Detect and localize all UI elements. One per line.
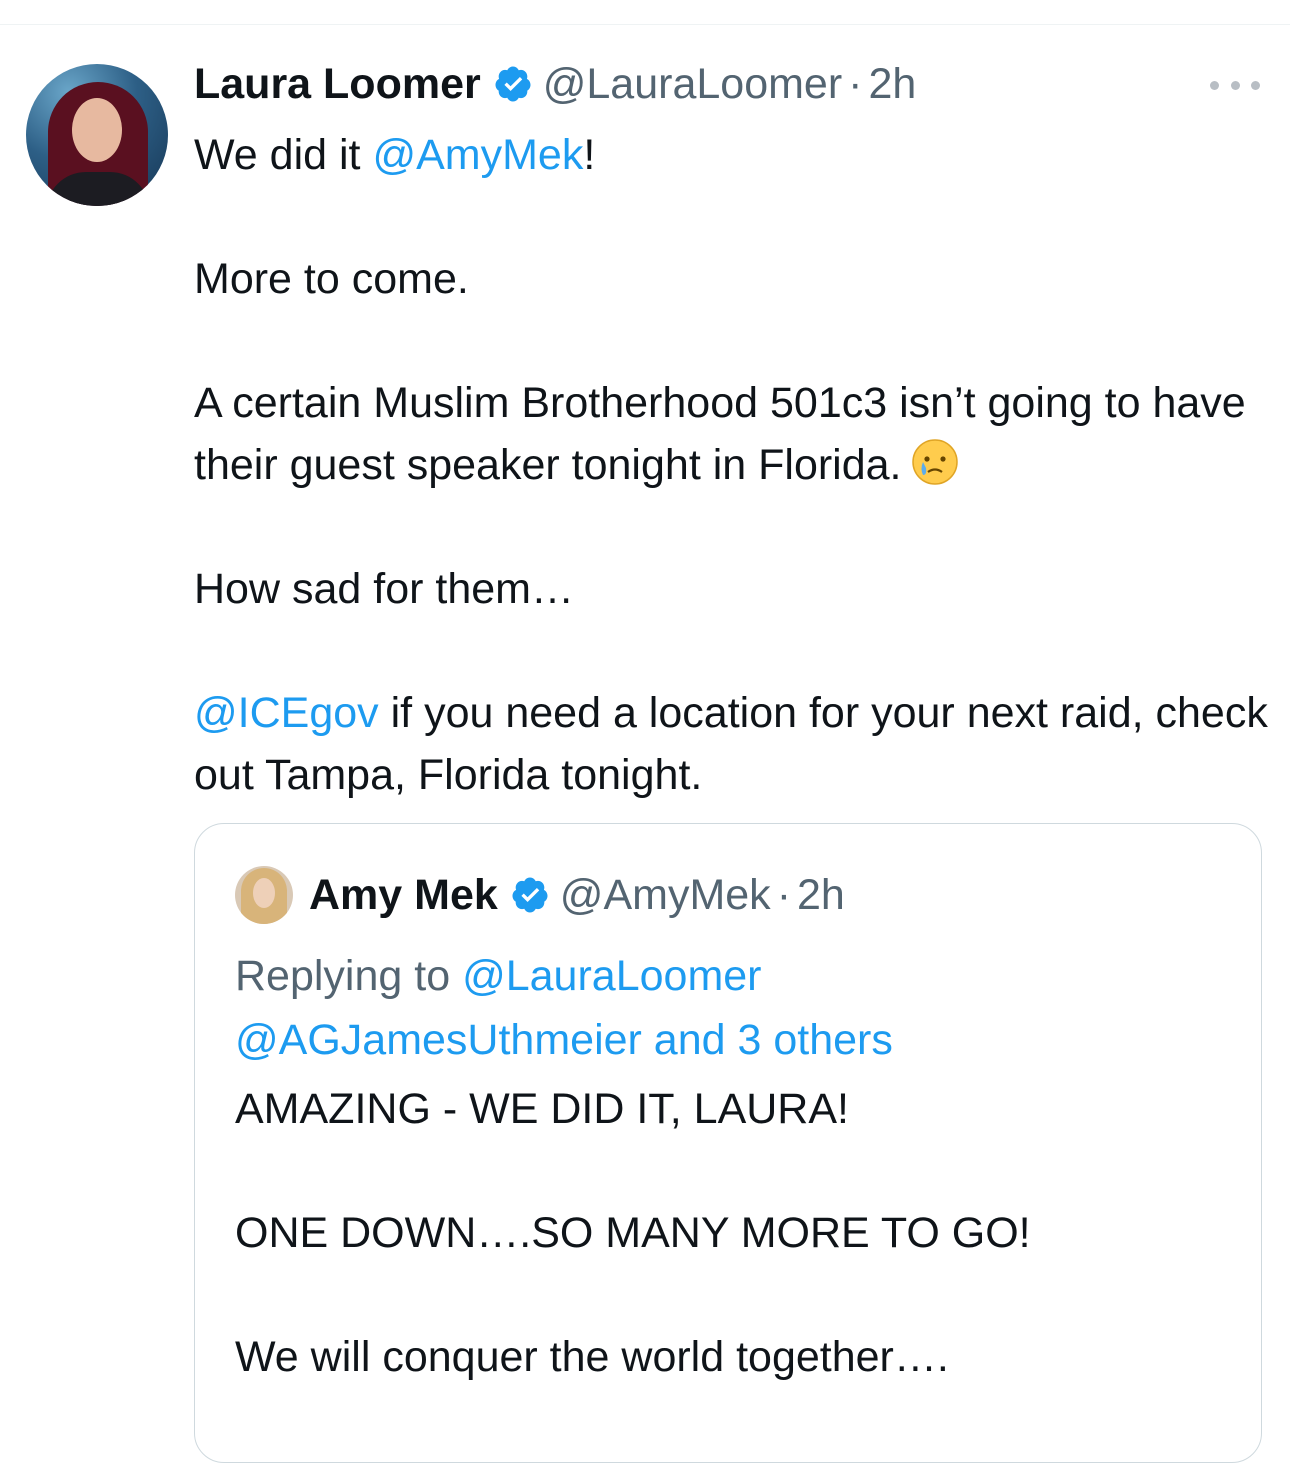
author-name[interactable]: Laura Loomer — [194, 60, 481, 109]
quoted-paragraph-3: We will conquer the world together…. — [235, 1333, 949, 1381]
tweet-paragraph-2: More to come. — [194, 255, 469, 303]
quoted-tweet-content: Replying to @LauraLoomer @AGJamesUthmeie… — [235, 944, 1235, 1388]
tweet-text: We did it @AmyMek! More to come. A certa… — [194, 124, 1274, 806]
quoted-author-name[interactable]: Amy Mek — [309, 871, 498, 920]
header-separator: · — [776, 870, 792, 919]
quoted-author-avatar[interactable] — [235, 866, 293, 924]
tweet-paragraph-3: A certain Muslim Brotherhood 501c3 isn’t… — [194, 379, 1258, 489]
header-separator: · — [848, 59, 863, 108]
tweet-paragraph-4: How sad for them… — [194, 565, 574, 613]
quoted-tweet-header: Amy Mek @AmyMek · 2h — [309, 866, 845, 924]
mention-amymek[interactable]: @AmyMek — [372, 131, 583, 179]
tweet-paragraph-5: @ICEgov if you need a location for your … — [194, 689, 1280, 799]
quoted-paragraph-2: ONE DOWN….SO MANY MORE TO GO! — [235, 1209, 1031, 1257]
verified-badge-icon[interactable] — [493, 64, 533, 104]
more-options-icon[interactable] — [1210, 70, 1260, 100]
mention-icegov[interactable]: @ICEgov — [194, 689, 379, 737]
quoted-tweet-timestamp[interactable]: 2h — [797, 871, 845, 920]
face-holding-back-tears-emoji-icon — [910, 437, 960, 487]
text-fragment: A certain Muslim Brotherhood 501c3 isn’t… — [194, 379, 1258, 489]
quoted-author-handle[interactable]: @AmyMek — [560, 871, 771, 920]
quoted-tweet-card[interactable]: Amy Mek @AmyMek · 2h Replying to @LauraL… — [194, 823, 1262, 1463]
author-handle[interactable]: @LauraLoomer — [543, 60, 842, 109]
text-fragment: ! — [583, 131, 596, 179]
quoted-tweet-text: AMAZING - WE DID IT, LAURA! ONE DOWN….SO… — [235, 1078, 1235, 1388]
replying-to-lauraloomer[interactable]: @LauraLoomer — [462, 952, 761, 1000]
replying-prefix: Replying to — [235, 952, 463, 1000]
tweet-header: Laura Loomer @LauraLoomer · 2h — [194, 60, 916, 108]
quoted-paragraph-1: AMAZING - WE DID IT, LAURA! — [235, 1085, 849, 1133]
replying-to-line: Replying to @LauraLoomer — [235, 944, 1235, 1008]
text-fragment: We did it — [194, 131, 373, 179]
verified-badge-icon[interactable] — [510, 875, 550, 915]
author-avatar[interactable] — [26, 64, 168, 206]
tweet-text-line1: We did it @AmyMek! — [194, 131, 595, 179]
top-divider — [0, 24, 1290, 25]
tweet-timestamp[interactable]: 2h — [869, 60, 917, 109]
replying-to-others[interactable]: @AGJamesUthmeier and 3 others — [235, 1008, 1235, 1072]
